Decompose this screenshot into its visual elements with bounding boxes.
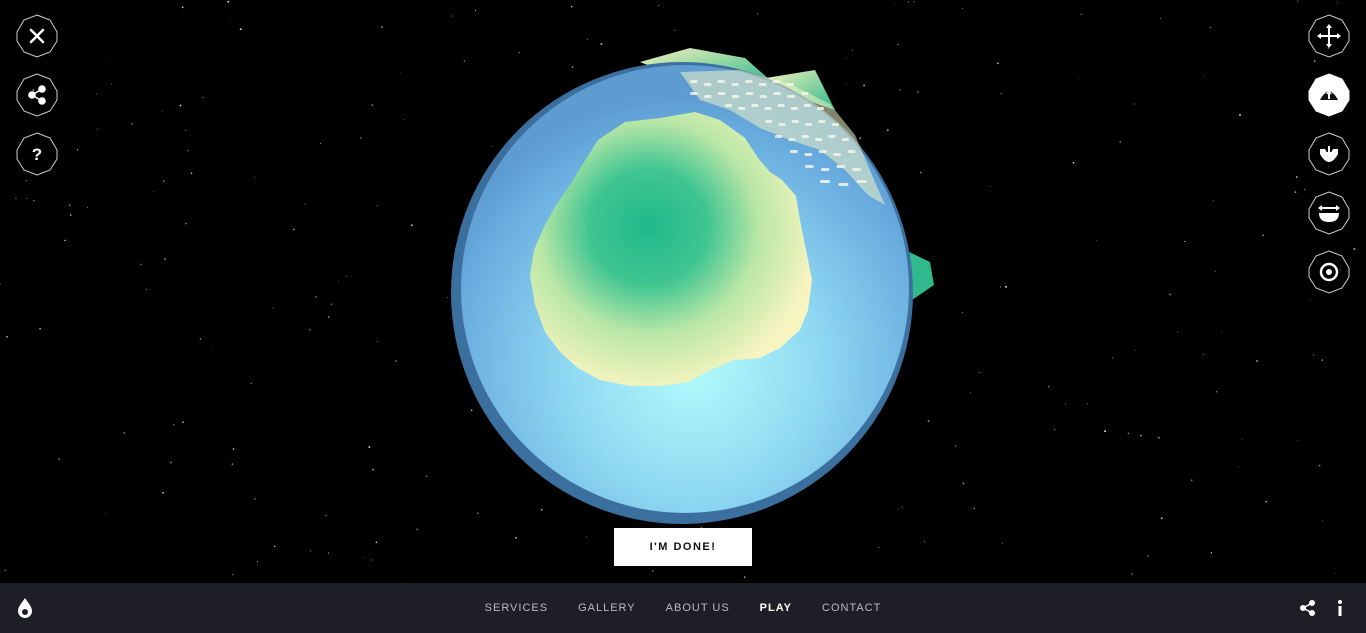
move-arrows-icon [1317, 24, 1341, 48]
flatten-button[interactable] [1307, 191, 1351, 235]
close-button[interactable] [15, 14, 59, 58]
lower-terrain-icon [1320, 146, 1338, 162]
target-icon [1319, 262, 1339, 282]
done-button[interactable]: I'M DONE! [614, 528, 752, 566]
nav-item-services[interactable]: SERVICES [485, 583, 548, 633]
nav-item-gallery[interactable]: GALLERY [578, 583, 636, 633]
move-button[interactable] [1307, 14, 1351, 58]
footer-bar: SERVICES GALLERY ABOUT US PLAY CONTACT [0, 583, 1366, 633]
droplet-logo-icon[interactable] [15, 597, 35, 619]
nav-item-about-us[interactable]: ABOUT US [666, 583, 730, 633]
share-icon [28, 85, 46, 105]
share-button[interactable] [15, 73, 59, 117]
planet-globe[interactable] [0, 0, 1366, 583]
target-button[interactable] [1307, 250, 1351, 294]
nav-item-contact[interactable]: CONTACT [822, 583, 881, 633]
close-icon [29, 28, 45, 44]
flatten-terrain-icon [1318, 205, 1340, 222]
planet-viewport[interactable] [0, 0, 1366, 583]
raise-button[interactable] [1307, 73, 1351, 117]
help-button[interactable]: ? [15, 132, 59, 176]
main-nav: SERVICES GALLERY ABOUT US PLAY CONTACT [0, 583, 1366, 633]
nav-item-play[interactable]: PLAY [760, 583, 792, 633]
info-icon[interactable] [1333, 598, 1347, 618]
footer-share-icon[interactable] [1299, 599, 1317, 617]
lower-button[interactable] [1307, 132, 1351, 176]
help-icon: ? [32, 145, 42, 164]
